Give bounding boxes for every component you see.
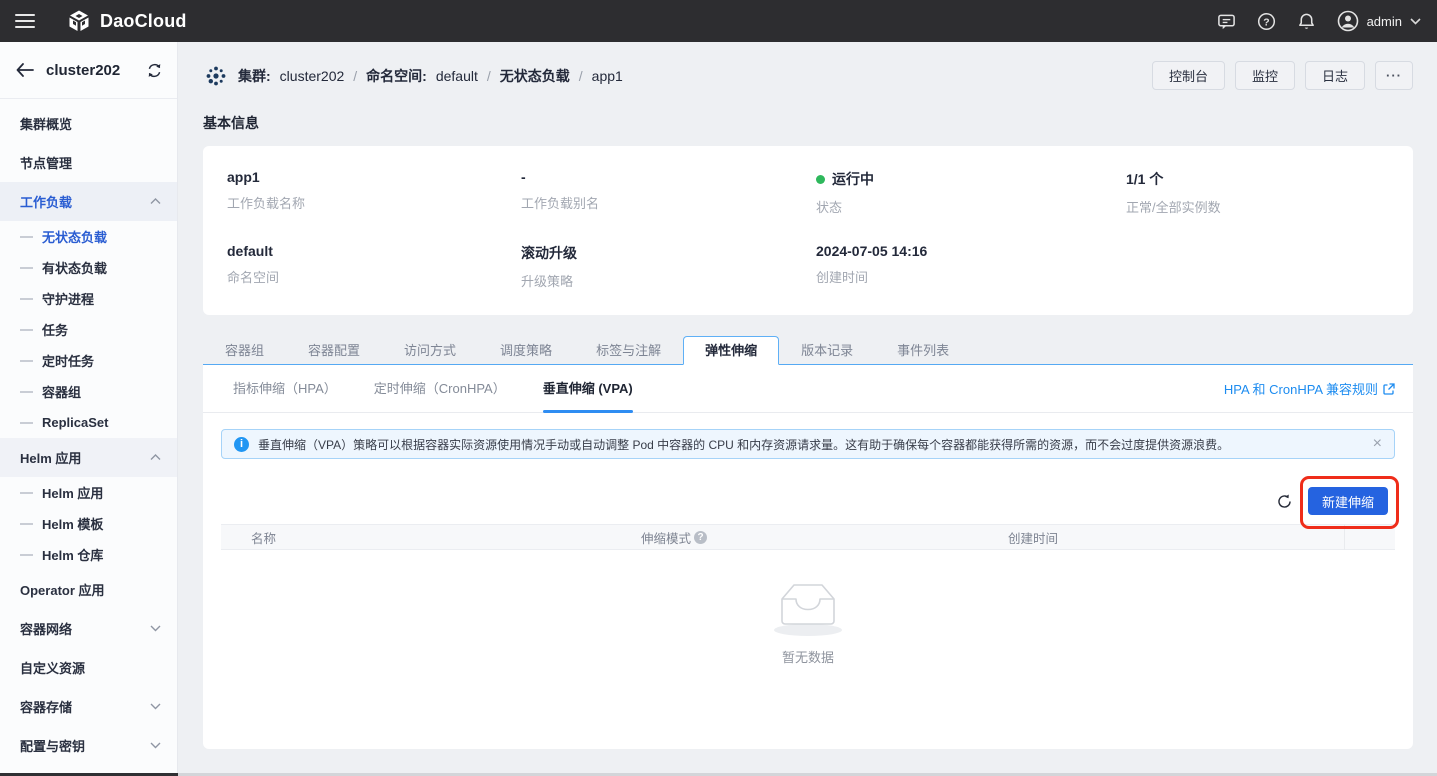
field-created-time: 2024-07-05 14:16 创建时间: [816, 243, 1126, 290]
refresh-icon[interactable]: [1276, 493, 1293, 510]
sidebar-item-pods[interactable]: 容器组: [0, 376, 177, 407]
tab-pods[interactable]: 容器组: [203, 336, 286, 364]
chevron-down-icon: [1410, 18, 1421, 25]
monitor-button[interactable]: 监控: [1235, 61, 1295, 90]
breadcrumb-workload-name: app1: [592, 68, 623, 84]
scaling-subtabs: 指标伸缩（HPA） 定时伸缩（CronHPA） 垂直伸缩 (VPA) HPA 和…: [203, 365, 1413, 413]
chevron-down-icon: [150, 625, 161, 632]
user-name: admin: [1367, 14, 1402, 29]
main-content: 集群: cluster202 / 命名空间: default / 无状态负载 /…: [179, 42, 1437, 776]
breadcrumb: 集群: cluster202 / 命名空间: default / 无状态负载 /…: [203, 63, 623, 89]
detail-tabs: 容器组 容器配置 访问方式 调度策略 标签与注解 弹性伸缩 版本记录 事件列表: [203, 336, 1413, 365]
field-status: 运行中 状态: [816, 169, 1126, 216]
sidebar-item-config-secrets[interactable]: 配置与密钥: [0, 726, 177, 765]
field-namespace: default 命名空间: [227, 243, 521, 290]
chevron-up-icon: [150, 198, 161, 205]
column-header-actions: [1344, 524, 1395, 550]
basic-info-title: 基本信息: [203, 113, 1413, 133]
sidebar-item-operator-apps[interactable]: Operator 应用: [0, 570, 177, 609]
sidebar-item-daemonsets[interactable]: 守护进程: [0, 283, 177, 314]
hamburger-menu-icon[interactable]: [15, 10, 35, 32]
sidebar-nav: 集群概览 节点管理 工作负载 无状态负载 有状态负载 守护进程 任务: [0, 99, 177, 765]
field-upgrade-strategy: 滚动升级 升级策略: [521, 243, 816, 290]
message-icon[interactable]: [1217, 12, 1236, 31]
tab-elastic-scaling[interactable]: 弹性伸缩: [683, 336, 779, 365]
column-header-scaling-mode: 伸缩模式 ?: [611, 524, 978, 550]
sidebar-item-replicaset[interactable]: ReplicaSet: [0, 407, 177, 438]
logs-button[interactable]: 日志: [1305, 61, 1365, 90]
create-scaling-button[interactable]: 新建伸缩: [1308, 487, 1388, 515]
tab-scheduling-policy[interactable]: 调度策略: [478, 336, 574, 364]
field-instances: 1/1 个 正常/全部实例数: [1126, 169, 1389, 216]
brand-name: DaoCloud: [100, 11, 187, 32]
sidebar-item-cluster-overview[interactable]: 集群概览: [0, 104, 177, 143]
breadcrumb-cluster-label: 集群:: [238, 66, 271, 86]
chevron-down-icon: [150, 703, 161, 710]
brand-logo[interactable]: DaoCloud: [67, 9, 187, 33]
empty-inbox-icon: [770, 577, 846, 637]
banner-close-icon[interactable]: ×: [1363, 436, 1382, 452]
back-arrow-icon[interactable]: [16, 63, 34, 77]
svg-text:?: ?: [1263, 17, 1269, 28]
breadcrumb-namespace-label: 命名空间:: [366, 66, 427, 86]
elastic-scaling-panel: 指标伸缩（HPA） 定时伸缩（CronHPA） 垂直伸缩 (VPA) HPA 和…: [203, 365, 1413, 749]
subtab-hpa[interactable]: 指标伸缩（HPA）: [233, 365, 337, 413]
breadcrumb-namespace-value[interactable]: default: [436, 68, 478, 84]
sidebar-item-custom-resources[interactable]: 自定义资源: [0, 648, 177, 687]
daocloud-logo-icon: [67, 9, 91, 33]
switch-cluster-icon[interactable]: [146, 62, 163, 79]
field-workload-name: app1 工作负载名称: [227, 169, 521, 216]
tab-container-config[interactable]: 容器配置: [286, 336, 382, 364]
cluster-name: cluster202: [46, 62, 146, 79]
console-button[interactable]: 控制台: [1152, 61, 1225, 90]
sidebar-item-helm-repos[interactable]: Helm 仓库: [0, 539, 177, 570]
more-actions-button[interactable]: ···: [1375, 61, 1413, 90]
breadcrumb-workload-type[interactable]: 无状态负载: [500, 66, 570, 86]
tab-labels-annotations[interactable]: 标签与注解: [574, 336, 683, 364]
vpa-banner-text: 垂直伸缩（VPA）策略可以根据容器实际资源使用情况手动或自动调整 Pod 中容器…: [258, 436, 1229, 453]
topbar: DaoCloud ? admin: [0, 0, 1437, 42]
tab-access-method[interactable]: 访问方式: [382, 336, 478, 364]
sidebar-item-statefulsets[interactable]: 有状态负载: [0, 252, 177, 283]
workload-cluster-icon: [203, 63, 229, 89]
column-header-created-time: 创建时间: [978, 524, 1344, 550]
empty-state: 暂无数据: [203, 577, 1413, 666]
sidebar-item-helm-apps-group[interactable]: Helm 应用: [0, 438, 177, 477]
compatibility-rules-link[interactable]: HPA 和 CronHPA 兼容规则: [1224, 379, 1395, 398]
sidebar-item-deployments[interactable]: 无状态负载: [0, 221, 177, 252]
tab-version-history[interactable]: 版本记录: [779, 336, 875, 364]
sidebar-item-node-management[interactable]: 节点管理: [0, 143, 177, 182]
status-running-dot: [816, 175, 825, 184]
basic-info-card: app1 工作负载名称 - 工作负载别名 运行中 状态 1/1 个 正常/全部实…: [203, 146, 1413, 315]
chevron-up-icon: [150, 454, 161, 461]
info-icon: i: [234, 437, 249, 452]
user-menu[interactable]: admin: [1337, 10, 1421, 32]
notification-bell-icon[interactable]: [1297, 12, 1316, 31]
avatar-icon: [1337, 10, 1359, 32]
scaling-mode-help-icon[interactable]: ?: [694, 531, 707, 544]
help-icon[interactable]: ?: [1257, 12, 1276, 31]
vpa-info-banner: i 垂直伸缩（VPA）策略可以根据容器实际资源使用情况手动或自动调整 Pod 中…: [221, 429, 1395, 459]
empty-state-text: 暂无数据: [782, 647, 834, 666]
column-header-name: 名称: [221, 524, 611, 550]
sidebar: cluster202 集群概览 节点管理 工作负载 无状态负载 有状态负载: [0, 42, 178, 776]
breadcrumb-cluster-value[interactable]: cluster202: [280, 68, 345, 84]
field-workload-alias: - 工作负载别名: [521, 169, 816, 216]
external-link-icon: [1383, 383, 1395, 395]
sidebar-item-container-storage[interactable]: 容器存储: [0, 687, 177, 726]
sidebar-item-helm-templates[interactable]: Helm 模板: [0, 508, 177, 539]
sidebar-header: cluster202: [0, 42, 177, 99]
sidebar-item-jobs[interactable]: 任务: [0, 314, 177, 345]
tab-event-list[interactable]: 事件列表: [875, 336, 971, 364]
subtab-vpa[interactable]: 垂直伸缩 (VPA): [543, 365, 633, 413]
sidebar-item-workloads[interactable]: 工作负载: [0, 182, 177, 221]
sidebar-item-container-network[interactable]: 容器网络: [0, 609, 177, 648]
sidebar-item-helm-apps[interactable]: Helm 应用: [0, 477, 177, 508]
status-badge: 运行中: [832, 169, 874, 189]
sidebar-item-cronjobs[interactable]: 定时任务: [0, 345, 177, 376]
vpa-toolbar: 新建伸缩: [221, 487, 1388, 515]
subtab-cronhpa[interactable]: 定时伸缩（CronHPA）: [374, 365, 506, 413]
vpa-table-header: 名称 伸缩模式 ? 创建时间: [221, 524, 1395, 550]
chevron-down-icon: [150, 742, 161, 749]
